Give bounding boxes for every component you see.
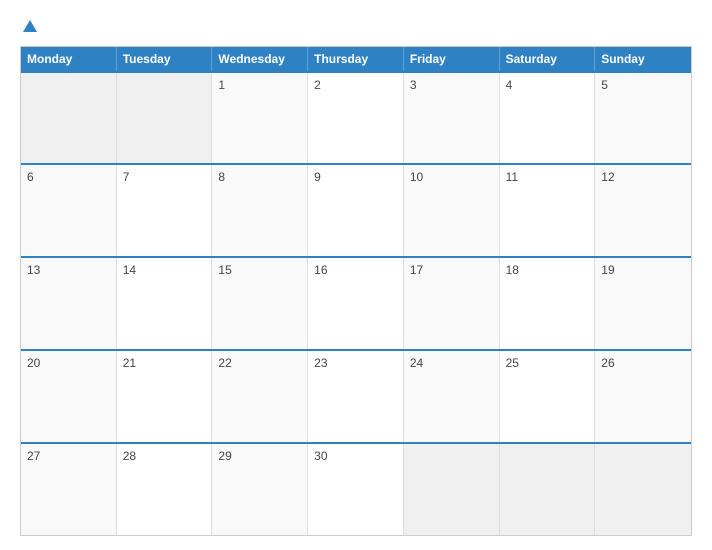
calendar-cell: 29: [212, 444, 308, 535]
calendar-week-2: 6 7 8 9 10 11 12: [21, 163, 691, 256]
day-number: 12: [601, 170, 614, 184]
calendar-body: 1234567891011121314151617181920212223242…: [21, 71, 691, 535]
day-number: 5: [601, 78, 608, 92]
calendar-week-1: 1 2 3 4 5: [21, 71, 691, 164]
header-day-sunday: Sunday: [595, 47, 691, 71]
calendar-cell: 27: [21, 444, 117, 535]
calendar-cell: 25: [500, 351, 596, 442]
calendar-cell: 2: [308, 73, 404, 164]
calendar-cell: 12: [595, 165, 691, 256]
calendar-cell: 1: [212, 73, 308, 164]
calendar-cell: 6: [21, 165, 117, 256]
header: [20, 18, 692, 36]
day-number: 30: [314, 449, 327, 463]
calendar-cell: 24: [404, 351, 500, 442]
logo-general: [20, 18, 37, 36]
calendar-cell: 17: [404, 258, 500, 349]
day-number: 1: [218, 78, 225, 92]
calendar-cell: 20: [21, 351, 117, 442]
calendar-cell: [595, 444, 691, 535]
day-number: 4: [506, 78, 513, 92]
day-number: 11: [506, 170, 518, 184]
day-number: 21: [123, 356, 136, 370]
day-number: 15: [218, 263, 231, 277]
day-number: 23: [314, 356, 327, 370]
day-number: 16: [314, 263, 327, 277]
calendar-week-4: 20 21 22 23 24 25 26: [21, 349, 691, 442]
day-number: 3: [410, 78, 417, 92]
calendar-cell: 22: [212, 351, 308, 442]
calendar-cell: [500, 444, 596, 535]
day-number: 28: [123, 449, 136, 463]
calendar-cell: 8: [212, 165, 308, 256]
day-number: 7: [123, 170, 130, 184]
day-number: 6: [27, 170, 34, 184]
calendar-cell: [404, 444, 500, 535]
calendar-cell: 4: [500, 73, 596, 164]
day-number: 27: [27, 449, 40, 463]
calendar-cell: 15: [212, 258, 308, 349]
day-number: 2: [314, 78, 321, 92]
calendar-cell: 14: [117, 258, 213, 349]
calendar: MondayTuesdayWednesdayThursdayFridaySatu…: [20, 46, 692, 536]
calendar-week-5: 27 28 29 30: [21, 442, 691, 535]
calendar-cell: 23: [308, 351, 404, 442]
day-number: 8: [218, 170, 225, 184]
day-number: 13: [27, 263, 40, 277]
calendar-week-3: 13 14 15 16 17 18 19: [21, 256, 691, 349]
day-number: 10: [410, 170, 423, 184]
calendar-cell: 21: [117, 351, 213, 442]
header-day-monday: Monday: [21, 47, 117, 71]
calendar-header: MondayTuesdayWednesdayThursdayFridaySatu…: [21, 47, 691, 71]
calendar-cell: [21, 73, 117, 164]
calendar-cell: 3: [404, 73, 500, 164]
calendar-cell: 30: [308, 444, 404, 535]
day-number: 17: [410, 263, 423, 277]
logo: [20, 18, 37, 36]
day-number: 20: [27, 356, 40, 370]
day-number: 29: [218, 449, 231, 463]
calendar-cell: 19: [595, 258, 691, 349]
logo-triangle-icon: [23, 20, 37, 32]
calendar-cell: 5: [595, 73, 691, 164]
header-day-wednesday: Wednesday: [212, 47, 308, 71]
calendar-cell: 11: [500, 165, 596, 256]
day-number: 19: [601, 263, 614, 277]
calendar-cell: 7: [117, 165, 213, 256]
calendar-cell: 16: [308, 258, 404, 349]
calendar-cell: 10: [404, 165, 500, 256]
calendar-cell: [117, 73, 213, 164]
calendar-cell: 13: [21, 258, 117, 349]
calendar-page: MondayTuesdayWednesdayThursdayFridaySatu…: [0, 0, 712, 550]
header-day-friday: Friday: [404, 47, 500, 71]
day-number: 24: [410, 356, 423, 370]
calendar-cell: 26: [595, 351, 691, 442]
header-day-thursday: Thursday: [308, 47, 404, 71]
day-number: 18: [506, 263, 519, 277]
day-number: 14: [123, 263, 136, 277]
calendar-cell: 9: [308, 165, 404, 256]
calendar-cell: 28: [117, 444, 213, 535]
day-number: 25: [506, 356, 519, 370]
header-day-tuesday: Tuesday: [117, 47, 213, 71]
day-number: 26: [601, 356, 614, 370]
calendar-cell: 18: [500, 258, 596, 349]
header-day-saturday: Saturday: [500, 47, 596, 71]
day-number: 9: [314, 170, 321, 184]
day-number: 22: [218, 356, 231, 370]
